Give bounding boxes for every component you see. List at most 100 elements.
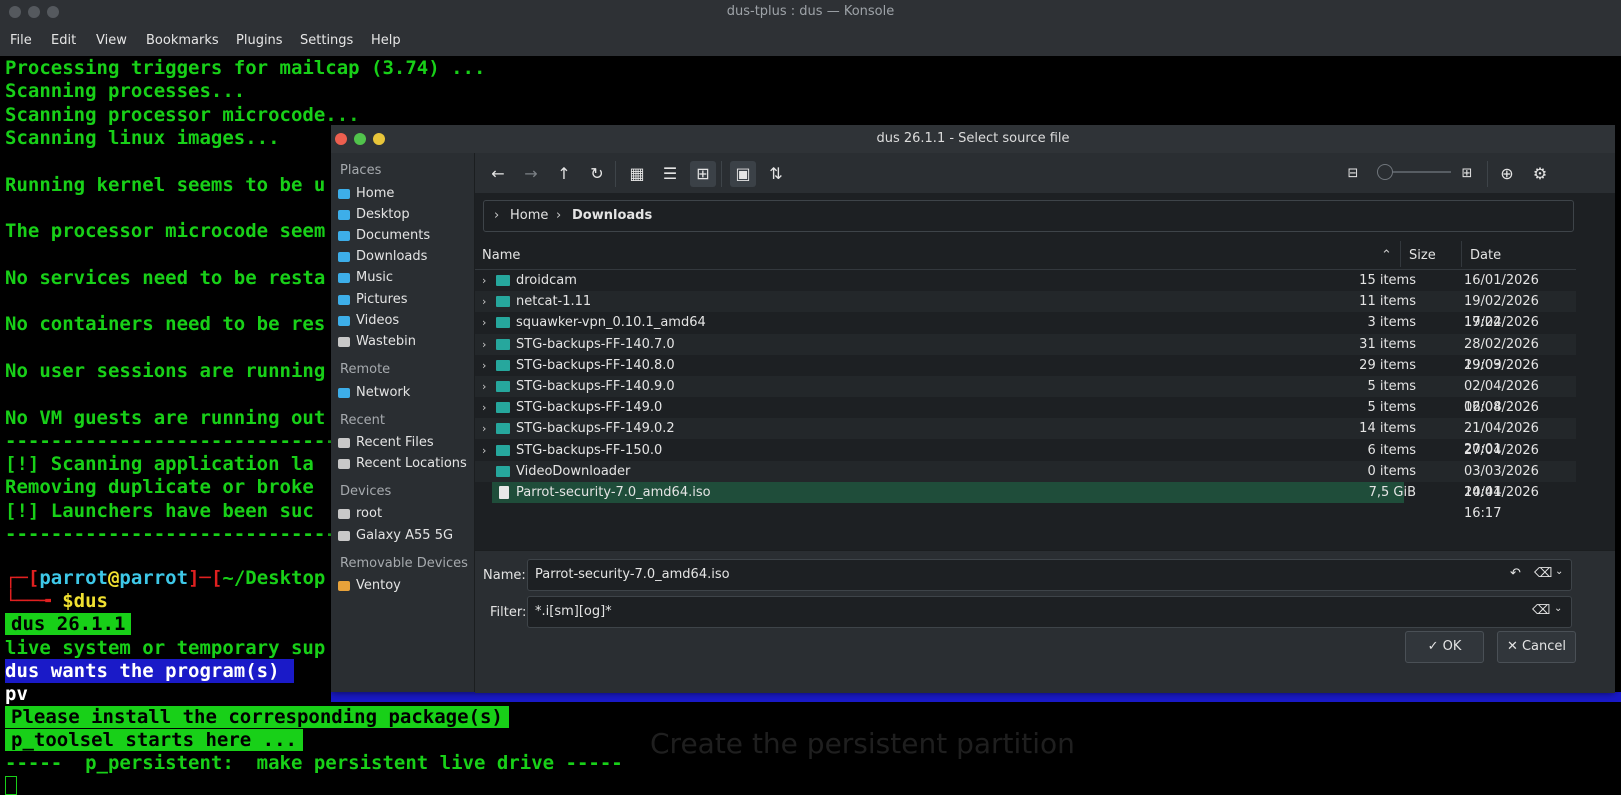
menu-help[interactable]: Help — [371, 33, 401, 48]
zoom-slider[interactable] — [1385, 171, 1451, 173]
folder-row[interactable]: ›STG-backups-FF-150.06 items27/04/2026 1… — [475, 440, 1576, 479]
terminal-line: The processor microcode seem — [5, 220, 326, 243]
terminal-toolsel-line: p_toolsel starts here ... — [5, 728, 303, 752]
back-icon[interactable]: ← — [485, 161, 511, 187]
menu-file[interactable]: File — [10, 33, 32, 48]
gear-icon[interactable]: ⚙ — [1527, 161, 1553, 187]
places-item-recent-files[interactable]: Recent Files — [338, 433, 468, 453]
places-item-wastebin[interactable]: Wastebin — [338, 332, 468, 352]
column-name[interactable]: Name — [482, 248, 520, 263]
ok-button[interactable]: ✓ OK — [1405, 631, 1484, 663]
terminal-line: No services need to be resta — [5, 266, 326, 289]
folder-row[interactable]: › STG-backups-FF-149.0.2 14 items 21/04/202… — [475, 418, 1576, 457]
terminal-live-line: live system or temporary sup — [5, 637, 326, 659]
zoom-out-icon[interactable]: ⊟ — [1340, 161, 1366, 187]
dialog-toolbar: ← → ↑ ↻ ▦ ☰ ⊞ ▣ ⇅ ⊟ ⊞ ⊕ ⚙ — [475, 153, 1615, 193]
folder-row[interactable]: › STG-backups-FF-140.9.0 5 items 02/04/2026… — [475, 376, 1576, 415]
chevron-down-icon[interactable]: ⌄ — [1554, 603, 1562, 614]
column-divider — [1461, 241, 1462, 267]
file-name: VideoDownloader — [516, 463, 631, 479]
menu-view[interactable]: View — [96, 33, 127, 48]
folder-row[interactable]: › STG-backups-FF-140.8.0 29 items 29/03/202… — [475, 355, 1576, 394]
places-item-music[interactable]: Music — [338, 268, 468, 288]
toolbar-separator — [1487, 161, 1488, 187]
expand-chevron-icon[interactable]: › — [482, 418, 486, 439]
places-item-desktop[interactable]: Desktop — [338, 205, 468, 225]
expand-chevron-icon[interactable]: › — [482, 312, 486, 333]
places-item-pictures[interactable]: Pictures — [338, 290, 468, 310]
places-item-home[interactable]: Home — [338, 184, 468, 204]
folder-row[interactable]: ›droidcam15 items16/01/2026 19:17 — [475, 270, 1576, 309]
places-item-ventoy[interactable]: Ventoy — [338, 576, 468, 596]
recent-locations-icon — [338, 458, 350, 469]
terminal-line: Removing duplicate or broke — [5, 476, 314, 499]
downloads-folder-icon — [338, 251, 350, 262]
sort-icon[interactable]: ⇅ — [763, 161, 789, 187]
breadcrumb-home[interactable]: Home — [510, 208, 548, 223]
places-item-documents[interactable]: Documents — [338, 226, 468, 246]
chevron-right-icon: › — [556, 208, 562, 223]
terminal-line: Scanning processes... — [5, 80, 246, 103]
compact-view-icon[interactable]: ☰ — [657, 161, 683, 187]
file-date: 24/01/2026 16:17 — [1464, 485, 1539, 521]
expand-chevron-icon[interactable]: › — [482, 397, 486, 418]
places-item-galaxy[interactable]: Galaxy A55 5G — [338, 526, 468, 546]
column-divider — [1400, 241, 1401, 267]
folder-row[interactable]: › netcat-1.11 11 items 19/02/2026 17:22 — [475, 291, 1576, 330]
terminal-line: No VM guests are running out — [5, 406, 326, 429]
places-item-network[interactable]: Network — [338, 383, 468, 403]
dialog-titlebar: dus 26.1.1 - Select source file — [331, 125, 1615, 153]
undo-icon[interactable]: ↶ — [1510, 566, 1521, 581]
menu-settings[interactable]: Settings — [300, 33, 353, 48]
file-row[interactable]: Parrot-security-7.0_amd64.iso 7,5 GiB 24/0… — [475, 482, 1576, 521]
breadcrumb[interactable]: › Home › Downloads — [483, 200, 1574, 232]
forward-icon[interactable]: → — [518, 161, 544, 187]
menubar: File Edit View Bookmarks Plugins Setting… — [0, 25, 1621, 56]
places-item-downloads[interactable]: Downloads — [338, 247, 468, 267]
toolbar-separator — [721, 161, 722, 187]
icons-view-icon[interactable]: ▦ — [624, 161, 650, 187]
folder-icon — [496, 444, 510, 456]
column-size[interactable]: Size — [1409, 248, 1436, 263]
folder-row[interactable]: ›STG-backups-FF-149.05 items06/04/2026 1… — [475, 397, 1576, 436]
file-name: squawker-vpn_0.10.1_amd64 — [516, 315, 706, 331]
terminal-line: [!] Launchers have been suc — [5, 499, 314, 522]
folder-row[interactable]: › squawker-vpn_0.10.1_amd64 3 items 19/04/2… — [475, 312, 1576, 351]
column-date[interactable]: Date — [1470, 248, 1501, 263]
expand-chevron-icon[interactable]: › — [482, 291, 486, 312]
clear-icon[interactable]: ⌫ — [1534, 566, 1552, 581]
expand-chevron-icon[interactable]: › — [482, 334, 486, 355]
places-item-root[interactable]: root — [338, 504, 468, 524]
file-size: 29 items — [1359, 357, 1416, 373]
menu-edit[interactable]: Edit — [51, 33, 76, 48]
clear-icon[interactable]: ⌫ — [1532, 603, 1550, 618]
expand-chevron-icon[interactable]: › — [482, 355, 486, 376]
folder-row[interactable]: › STG-backups-FF-140.7.0 31 items 28/02/202… — [475, 333, 1576, 373]
zoom-in-icon[interactable]: ⊞ — [1454, 161, 1480, 187]
file-list-header: Name ⌃ Size Date — [475, 239, 1576, 270]
tree-view-icon[interactable]: ⊞ — [690, 161, 716, 187]
preview-icon[interactable]: ▣ — [730, 161, 756, 187]
expand-chevron-icon[interactable]: › — [482, 270, 486, 291]
zoom-slider-handle[interactable] — [1377, 164, 1393, 180]
reload-icon[interactable]: ↻ — [584, 161, 610, 187]
menu-plugins[interactable]: Plugins — [236, 33, 283, 48]
filter-input[interactable]: *.i[sm][og]* ⌫ ⌄ — [527, 596, 1572, 628]
filename-input[interactable]: Parrot-security-7.0_amd64.iso ↶ ⌫ ⌄ — [527, 559, 1572, 591]
folder-row[interactable]: VideoDownloader 0 items 03/03/2026 10:44 — [475, 460, 1576, 500]
chevron-down-icon[interactable]: ⌄ — [1555, 566, 1563, 577]
remote-heading: Remote — [340, 362, 391, 377]
sort-up-icon[interactable]: ⌃ — [1381, 248, 1392, 263]
cancel-button[interactable]: ✕ Cancel — [1497, 631, 1576, 663]
file-size: 5 items — [1367, 400, 1416, 416]
expand-chevron-icon[interactable]: › — [482, 440, 486, 461]
places-item-recent-locations[interactable]: Recent Locations — [338, 454, 468, 474]
menu-bookmarks[interactable]: Bookmarks — [146, 33, 219, 48]
breadcrumb-current[interactable]: Downloads — [572, 208, 652, 223]
places-item-videos[interactable]: Videos — [338, 311, 468, 331]
up-icon[interactable]: ↑ — [551, 161, 577, 187]
wastebin-icon — [338, 336, 350, 347]
terminal-line: No user sessions are running — [5, 359, 326, 382]
expand-chevron-icon[interactable]: › — [482, 376, 486, 397]
new-folder-icon[interactable]: ⊕ — [1494, 161, 1520, 187]
